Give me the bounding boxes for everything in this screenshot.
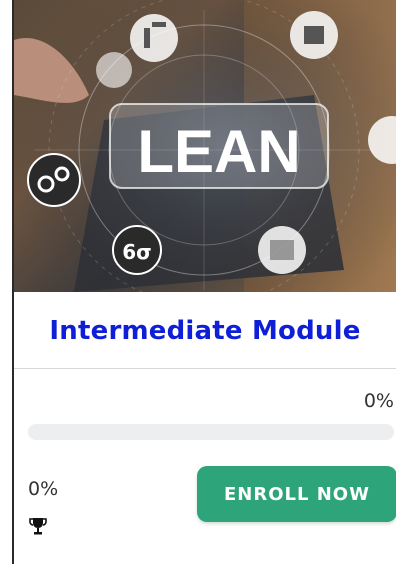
- course-title[interactable]: Intermediate Module: [14, 316, 396, 346]
- hero-lean-text: LEAN: [137, 118, 300, 185]
- course-hero-image[interactable]: LEAN 6σ: [14, 0, 396, 292]
- hero-illustration: LEAN 6σ: [14, 0, 396, 292]
- course-card: LEAN 6σ Intermediate Module 0% 0% ENROLL…: [12, 0, 396, 564]
- progress-percent-bottom: 0%: [28, 478, 59, 500]
- enroll-now-button[interactable]: ENROLL NOW: [197, 466, 396, 522]
- progress-percent-top: 0%: [363, 390, 394, 412]
- hero-sigma-text: 6σ: [122, 240, 152, 264]
- trophy-icon: [29, 518, 47, 535]
- progress-bar: [28, 424, 394, 440]
- divider: [14, 368, 396, 369]
